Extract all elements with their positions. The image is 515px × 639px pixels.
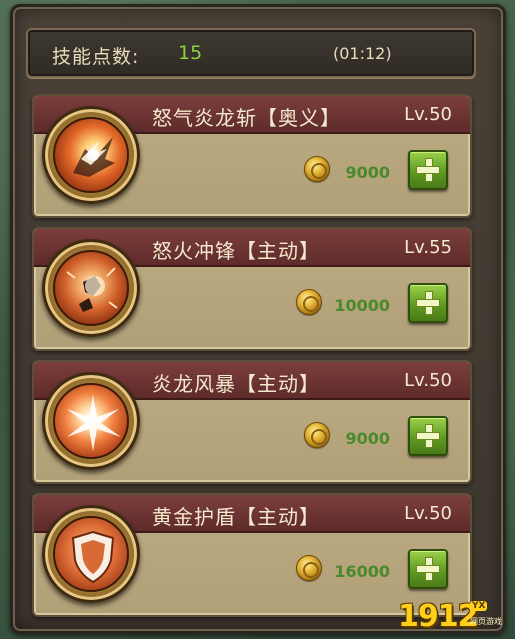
skill-level: Lv.50 [404, 503, 452, 524]
site-logo: 1912 [398, 599, 478, 634]
skill-icon-frame[interactable] [42, 106, 140, 204]
dragon-slash-icon [53, 117, 129, 193]
golden-shield-icon [53, 516, 129, 592]
skill-level: Lv.55 [404, 237, 452, 258]
skill-icon-frame[interactable] [42, 505, 140, 603]
upgrade-skill-button[interactable] [408, 549, 448, 589]
skill-upgrade-cost: 16000 [334, 562, 390, 581]
skill-points-value: 15 [178, 42, 203, 64]
skill-upgrade-cost: 10000 [334, 296, 390, 315]
skill-points-header: 技能点数: 15 (01:12) [26, 28, 476, 78]
site-logo-subtitle: 网页游戏 [470, 617, 502, 626]
gold-coin-icon [296, 289, 322, 315]
skill-points-timer: (01:12) [333, 44, 392, 63]
skill-name: 怒火冲锋【主动】 [152, 239, 320, 263]
dragon-storm-icon [53, 383, 129, 459]
upgrade-skill-button[interactable] [408, 150, 448, 190]
skill-level: Lv.50 [404, 104, 452, 125]
gold-coin-icon [304, 422, 330, 448]
upgrade-skill-button[interactable] [408, 416, 448, 456]
skill-name: 炎龙风暴【主动】 [152, 372, 320, 396]
rage-charge-icon [53, 250, 129, 326]
skill-upgrade-cost: 9000 [345, 429, 390, 448]
skill-points-label: 技能点数: [52, 46, 140, 68]
skill-upgrade-cost: 9000 [345, 163, 390, 182]
upgrade-skill-button[interactable] [408, 283, 448, 323]
gold-coin-icon [296, 555, 322, 581]
site-logo-tag: YX [470, 601, 488, 611]
skill-icon-frame[interactable] [42, 372, 140, 470]
skill-icon-frame[interactable] [42, 239, 140, 337]
skill-name: 黄金护盾【主动】 [152, 505, 320, 529]
skill-level: Lv.50 [404, 370, 452, 391]
skill-name: 怒气炎龙斩【奥义】 [152, 106, 341, 130]
gold-coin-icon [304, 156, 330, 182]
